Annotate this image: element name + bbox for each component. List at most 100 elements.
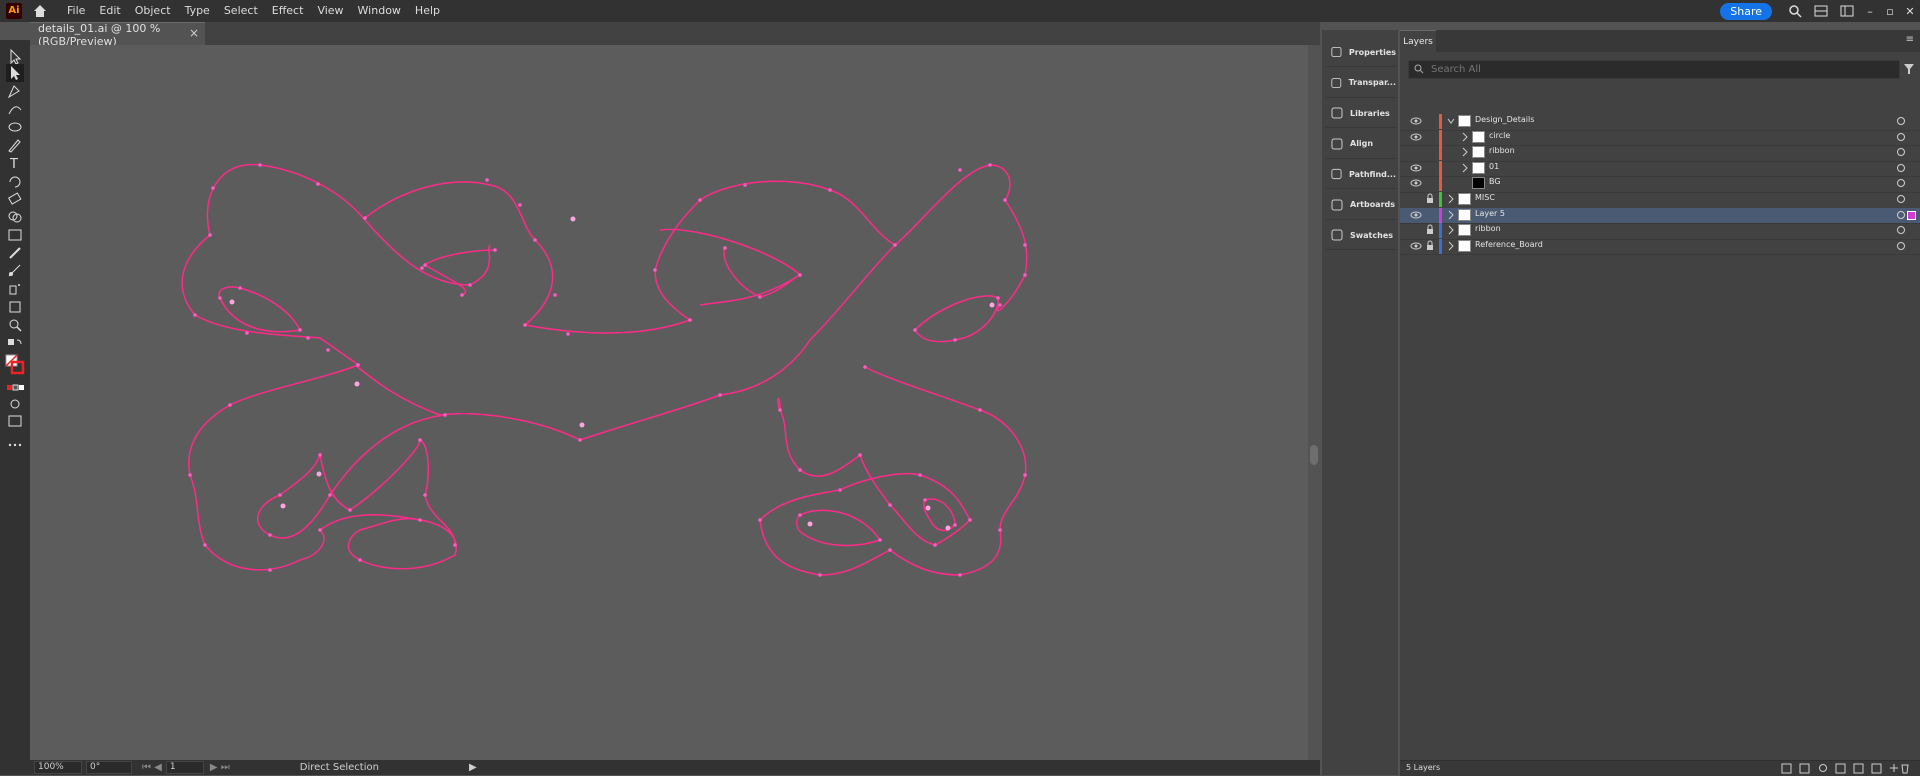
visibility-eye-icon[interactable] xyxy=(1410,162,1422,174)
drawing-mode-icon[interactable] xyxy=(6,395,24,413)
visibility-eye-icon[interactable] xyxy=(1410,209,1422,221)
layer-name[interactable]: Design_Details xyxy=(1475,115,1534,124)
eyedropper-tool-icon[interactable] xyxy=(6,244,24,262)
chevron-right-icon[interactable] xyxy=(1461,132,1469,142)
layer-row[interactable]: Layer 5 xyxy=(1400,207,1920,225)
visibility-eye-icon[interactable] xyxy=(1410,131,1422,143)
home-icon[interactable] xyxy=(32,3,48,19)
chevron-right-icon[interactable] xyxy=(1447,210,1455,220)
shape-builder-tool-icon[interactable] xyxy=(6,208,24,226)
close-tab-icon[interactable]: × xyxy=(189,26,199,40)
layer-name[interactable]: circle xyxy=(1489,131,1510,140)
dock-item-swatches[interactable]: Swatches xyxy=(1326,221,1396,250)
layer-row[interactable]: Reference_Board xyxy=(1400,238,1920,256)
layer-row[interactable]: ribbon xyxy=(1400,145,1920,162)
vertical-scrollbar[interactable] xyxy=(1308,45,1320,760)
layer-name[interactable]: ribbon xyxy=(1475,224,1501,233)
filter-icon[interactable] xyxy=(1903,63,1915,75)
chevron-right-icon[interactable] xyxy=(1447,241,1455,251)
lock-icon[interactable] xyxy=(1424,240,1436,252)
dock-item-pathfinder[interactable]: Pathfind... xyxy=(1326,160,1396,189)
zoom-level-field[interactable]: 100% xyxy=(34,761,82,774)
layers-tab[interactable]: Layers xyxy=(1400,30,1436,53)
rotate-tool-icon[interactable] xyxy=(6,172,24,190)
layer-row[interactable]: 01 xyxy=(1400,160,1920,178)
dock-item-properties[interactable]: Properties xyxy=(1326,38,1396,67)
dock-item-transparency[interactable]: Transpar... xyxy=(1326,69,1396,98)
menu-item-type[interactable]: Type xyxy=(178,0,217,22)
target-circle-icon[interactable] xyxy=(1897,148,1905,157)
chevron-right-icon[interactable] xyxy=(1447,194,1455,204)
eraser-tool-icon[interactable] xyxy=(6,190,24,208)
layer-name[interactable]: MISC xyxy=(1475,193,1495,202)
curvature-tool-icon[interactable] xyxy=(6,100,24,118)
screen-mode-icon[interactable] xyxy=(6,412,24,430)
canvas[interactable] xyxy=(30,45,1320,760)
visibility-eye-icon[interactable] xyxy=(1410,240,1422,252)
layer-name[interactable]: Reference_Board xyxy=(1475,240,1543,249)
layer-action-icons[interactable] xyxy=(1780,763,1910,774)
symbol-sprayer-tool-icon[interactable] xyxy=(6,280,24,298)
workspace-icon[interactable] xyxy=(1840,4,1854,18)
visibility-toggle-empty[interactable] xyxy=(1410,224,1422,236)
vertical-scroll-thumb[interactable] xyxy=(1310,445,1318,465)
visibility-toggle-empty[interactable] xyxy=(1410,146,1422,158)
swap-colors-icon[interactable] xyxy=(6,337,24,355)
lock-icon[interactable] xyxy=(1424,193,1436,205)
visibility-eye-icon[interactable] xyxy=(1410,115,1422,127)
layer-row[interactable]: BG xyxy=(1400,176,1920,193)
zoom-tool-icon[interactable] xyxy=(6,316,24,334)
dock-item-libraries[interactable]: Libraries xyxy=(1326,99,1396,128)
dock-item-artboards[interactable]: Artboards xyxy=(1326,191,1396,220)
menu-item-effect[interactable]: Effect xyxy=(265,0,311,22)
layer-row[interactable]: Design_Details xyxy=(1400,114,1920,131)
lock-icon[interactable] xyxy=(1424,224,1436,236)
ellipse-tool-icon[interactable] xyxy=(6,118,24,136)
close-window-button[interactable]: ✕ xyxy=(1900,5,1920,18)
menu-item-select[interactable]: Select xyxy=(217,0,265,22)
layer-row[interactable]: circle xyxy=(1400,129,1920,147)
rotation-field[interactable]: 0° xyxy=(86,761,132,774)
status-menu-arrow[interactable]: ▶ xyxy=(469,762,477,773)
target-circle-icon[interactable] xyxy=(1897,132,1905,141)
layer-name[interactable]: BG xyxy=(1489,177,1501,186)
menu-item-window[interactable]: Window xyxy=(351,0,408,22)
maximize-button[interactable]: ▫ xyxy=(1880,5,1900,18)
document-tab[interactable]: details_01.ai @ 100 % (RGB/Preview) × xyxy=(30,22,205,48)
blend-tool-icon[interactable] xyxy=(6,262,24,280)
minimize-button[interactable]: – xyxy=(1860,5,1880,18)
target-circle-icon[interactable] xyxy=(1897,195,1905,203)
menu-item-file[interactable]: File xyxy=(60,0,92,22)
layers-search-input[interactable] xyxy=(1429,61,1853,78)
layer-name[interactable]: Layer 5 xyxy=(1475,209,1505,218)
dock-item-align[interactable]: Align xyxy=(1326,130,1396,159)
paintbrush-tool-icon[interactable] xyxy=(6,136,24,154)
target-circle-icon[interactable] xyxy=(1897,210,1905,219)
type-tool-icon[interactable]: T xyxy=(6,154,24,172)
chevron-right-icon[interactable] xyxy=(1447,225,1455,235)
gradient-tool-icon[interactable] xyxy=(6,226,24,244)
target-circle-icon[interactable] xyxy=(1897,241,1905,250)
target-circle-icon[interactable] xyxy=(1897,163,1905,172)
layer-row[interactable]: MISC xyxy=(1400,192,1920,209)
visibility-eye-icon[interactable] xyxy=(1410,177,1422,189)
layer-row[interactable]: ribbon xyxy=(1400,223,1920,240)
menu-item-help[interactable]: Help xyxy=(408,0,447,22)
layers-search[interactable] xyxy=(1408,60,1900,79)
selection-indicator[interactable] xyxy=(1907,210,1916,220)
menu-item-view[interactable]: View xyxy=(310,0,350,22)
artboard-nav-arrows[interactable]: ⏮ ◀ xyxy=(142,762,162,773)
menu-item-object[interactable]: Object xyxy=(128,0,178,22)
panel-menu-icon[interactable]: ≡ xyxy=(1906,34,1914,45)
chevron-right-icon[interactable] xyxy=(1461,147,1469,157)
more-tools-icon[interactable] xyxy=(6,436,24,454)
menu-item-edit[interactable]: Edit xyxy=(92,0,127,22)
arrange-documents-icon[interactable] xyxy=(1814,4,1828,18)
search-icon[interactable] xyxy=(1788,4,1802,18)
visibility-toggle-empty[interactable] xyxy=(1410,193,1422,205)
artwork-paths[interactable] xyxy=(30,45,1320,760)
layer-name[interactable]: 01 xyxy=(1489,162,1499,171)
artboard-nav-arrows-next[interactable]: ▶ ⏭ xyxy=(210,762,230,773)
pen-tool-icon[interactable] xyxy=(6,82,24,100)
target-circle-icon[interactable] xyxy=(1897,226,1905,235)
